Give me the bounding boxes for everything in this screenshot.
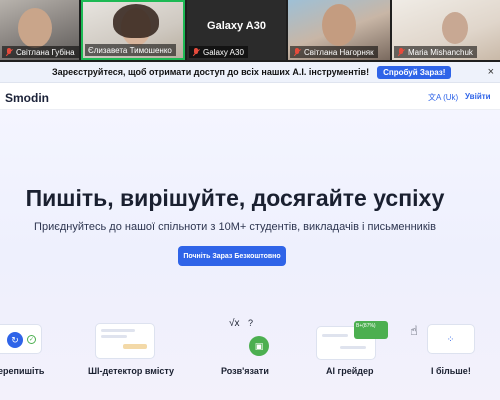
refresh-icon: ↻ <box>7 332 23 348</box>
mic-muted-icon <box>5 47 13 57</box>
highlight-bar <box>123 344 147 349</box>
participant-video <box>18 8 52 48</box>
text-line <box>101 335 127 338</box>
mic-muted-icon <box>192 47 200 57</box>
participant-tile-active-speaker[interactable]: Єлизавета Тимошенко <box>81 0 185 60</box>
question-icon: ? <box>248 318 254 328</box>
participant-tile[interactable]: Світлана Нагорняк <box>288 0 390 60</box>
participant-tile[interactable]: Світлана Губіна <box>0 0 79 60</box>
mic-muted-icon <box>397 47 405 57</box>
login-link[interactable]: Увійти <box>465 92 491 101</box>
participant-strip: Світлана Губіна Єлизавета Тимошенко Gala… <box>0 0 500 62</box>
text-line <box>322 334 348 337</box>
text-line <box>340 346 366 349</box>
try-now-button[interactable]: Спробуй Зараз! <box>377 65 452 79</box>
participant-video <box>442 12 468 44</box>
participant-display-name: Galaxy A30 <box>207 20 266 32</box>
mic-muted-icon <box>293 47 301 57</box>
top-nav: Smodin 文A (Uk) Увійти <box>0 84 500 110</box>
participant-name: Світлана Губіна <box>16 47 75 57</box>
participant-name: Єлизавета Тимошенко <box>88 45 172 55</box>
feature-label: ерепишіть <box>0 366 45 376</box>
feature-label: І більше! <box>431 366 471 376</box>
close-icon[interactable]: × <box>488 66 494 78</box>
sqrt-icon: √x <box>229 318 240 329</box>
text-line <box>101 329 135 332</box>
feature-ai-detector[interactable]: ШІ-детектор вмісту <box>85 110 185 400</box>
promo-message: Зареєструйтеся, щоб отримати доступ до в… <box>52 67 370 77</box>
grid-icon: ⁘ <box>427 324 475 354</box>
hand-cursor-icon: ☝ <box>410 323 418 338</box>
participant-video <box>322 4 356 46</box>
feature-more[interactable]: ☝ ⁘ І більше! <box>405 110 500 400</box>
grade-badge: B+(87%) <box>354 321 388 339</box>
feature-solver[interactable]: √x ? ▣ Розв'язати <box>215 110 285 400</box>
feature-ai-grader[interactable]: B+(87%) AI грейдер <box>310 110 400 400</box>
feature-label: Розв'язати <box>221 366 269 376</box>
site-logo[interactable]: Smodin <box>5 91 49 105</box>
participant-tile[interactable]: Galaxy A30 Galaxy A30 <box>187 0 286 60</box>
participant-name: Світлана Нагорняк <box>304 47 374 57</box>
feature-rewriter[interactable]: ↻ ✓ ерепишіть <box>0 110 80 400</box>
participant-video <box>113 4 159 38</box>
participant-name: Maria Mishanchuk <box>408 47 473 57</box>
hero-section: Пишіть, вирішуйте, досягайте успіху Приє… <box>0 110 500 400</box>
language-selector[interactable]: 文A (Uk) <box>428 92 458 103</box>
feature-label: ШІ-детектор вмісту <box>88 366 175 376</box>
check-icon: ✓ <box>27 335 36 344</box>
promo-banner: Зареєструйтеся, щоб отримати доступ до в… <box>0 62 500 83</box>
clipboard-icon: ▣ <box>249 336 269 356</box>
participant-name: Galaxy A30 <box>203 47 244 57</box>
feature-label: AI грейдер <box>326 366 374 376</box>
participant-tile[interactable]: Maria Mishanchuk <box>392 0 500 60</box>
